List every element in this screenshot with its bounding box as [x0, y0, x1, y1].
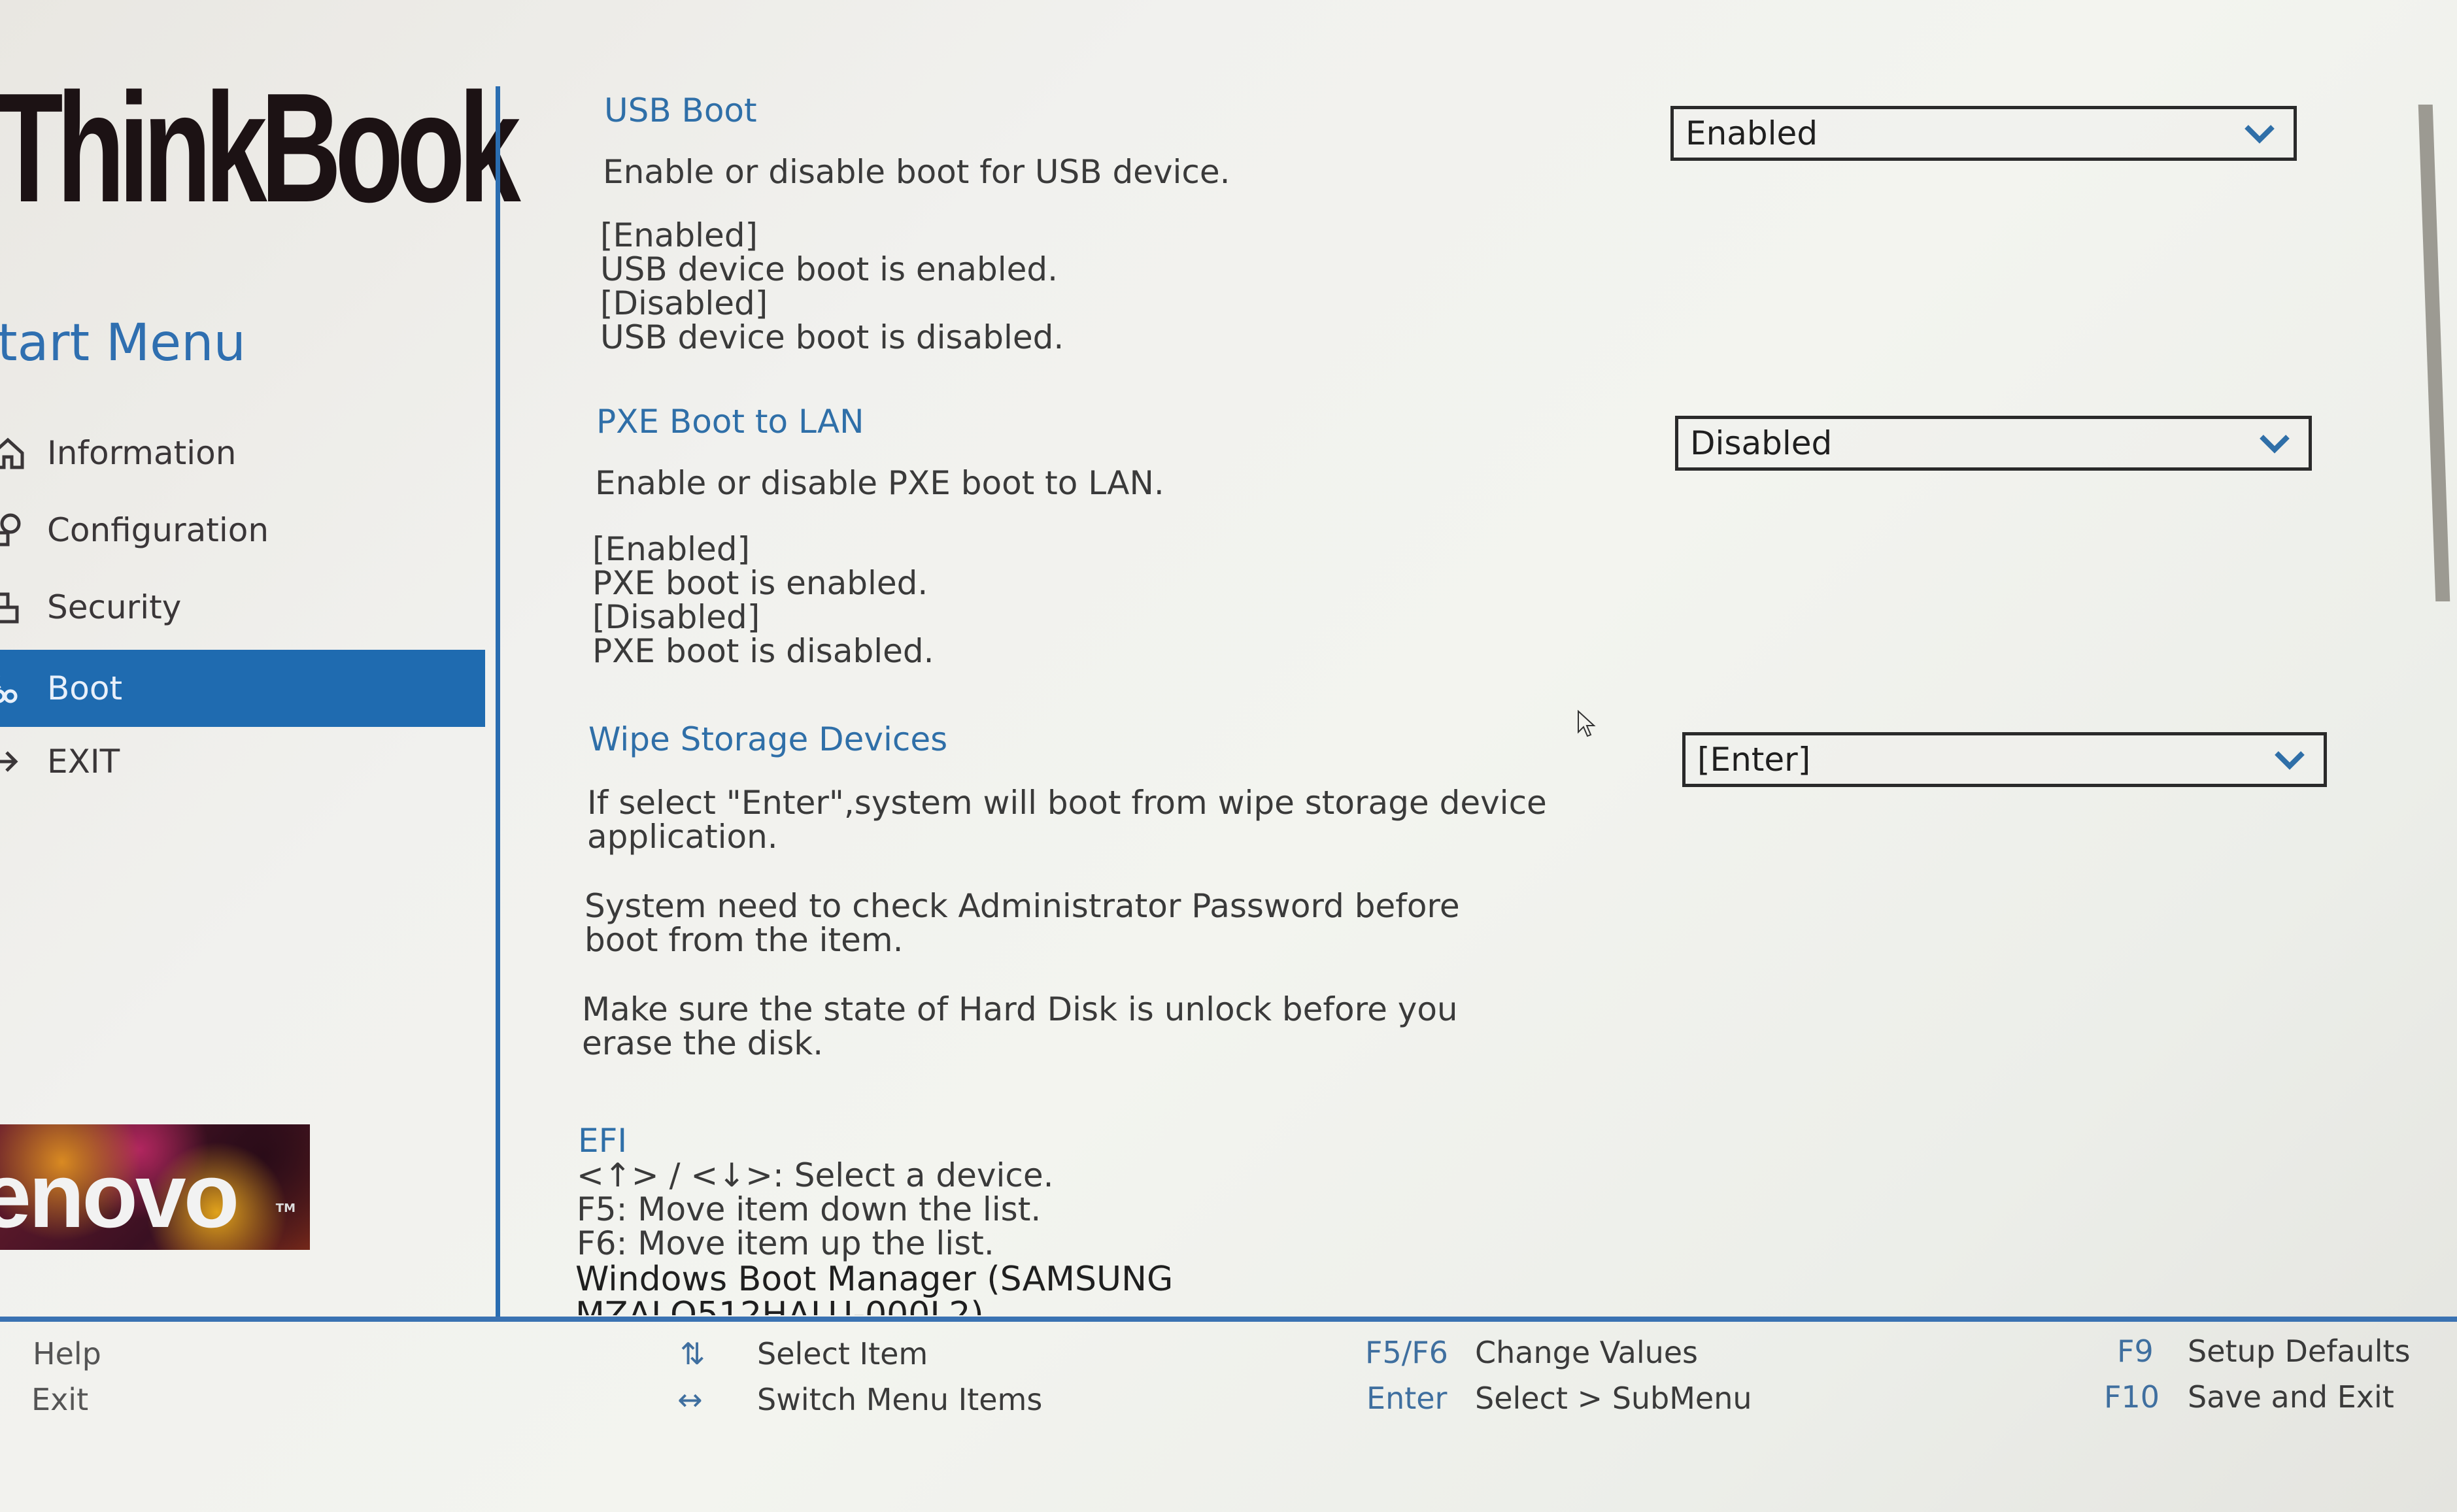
- wipe-storage-description-1: If select "Enter",system will boot from …: [587, 786, 1547, 854]
- shortcut-setup-defaults[interactable]: Setup Defaults: [2188, 1334, 2411, 1369]
- efi-title: EFI: [578, 1122, 628, 1160]
- key-f9: F9: [2117, 1334, 2154, 1369]
- shortcut-save-and-exit[interactable]: Save and Exit: [2188, 1379, 2394, 1415]
- description-line: boot from the item.: [585, 921, 904, 959]
- boot-device-label: Windows Boot Manager (SAMSUNG: [575, 1262, 1174, 1299]
- help-line: F5: Move item down the list.: [577, 1190, 1042, 1228]
- exit-arrow-icon: [0, 742, 27, 781]
- footer-help[interactable]: Help: [33, 1336, 101, 1371]
- usb-boot-value: Enabled: [1686, 114, 1818, 152]
- footer-exit[interactable]: Exit: [31, 1382, 88, 1417]
- sidebar-item-label: EXIT: [47, 743, 120, 781]
- description-line: application.: [587, 818, 778, 856]
- shortcut-select-submenu: Select > SubMenu: [1475, 1381, 1752, 1416]
- wipe-storage-value: [Enter]: [1697, 741, 1811, 779]
- sidebar-item-label: Security: [47, 588, 182, 626]
- efi-help: <↑> / <↓>: Select a device. F5: Move ite…: [577, 1158, 1054, 1260]
- help-line: PXE boot is disabled.: [592, 632, 934, 670]
- chevron-down-icon: [2255, 424, 2294, 463]
- pxe-boot-dropdown[interactable]: Disabled: [1675, 416, 2312, 471]
- help-line: <↑> / <↓>: Select a device.: [577, 1156, 1054, 1194]
- wipe-storage-description-3: Make sure the state of Hard Disk is unlo…: [582, 992, 1458, 1060]
- wipe-storage-dropdown[interactable]: [Enter]: [1682, 732, 2327, 787]
- chevron-down-icon: [2240, 114, 2279, 153]
- shortcut-select-item: Select Item: [757, 1336, 928, 1371]
- boot-device-label-cont: MZALQ512HALU-000L2): [575, 1295, 984, 1315]
- description-line: erase the disk.: [582, 1024, 824, 1062]
- shortcut-change-values: Change Values: [1475, 1335, 1699, 1370]
- boot-icon: [0, 669, 27, 708]
- trademark-mark: TM: [275, 1201, 296, 1215]
- sidebar-item-configuration[interactable]: Configuration: [0, 492, 485, 569]
- help-line: [Enabled]: [592, 530, 751, 568]
- help-line: [Disabled]: [600, 284, 768, 322]
- sidebar-item-label: Boot: [47, 669, 123, 707]
- lock-icon: [0, 588, 27, 627]
- chevron-down-icon: [2270, 740, 2309, 779]
- home-icon: [0, 433, 27, 473]
- sidebar-item-security[interactable]: Security: [0, 569, 485, 646]
- help-line: [Disabled]: [592, 598, 760, 636]
- pxe-boot-description: Enable or disable PXE boot to LAN.: [595, 464, 1164, 502]
- start-menu-title: tart Menu: [0, 314, 246, 373]
- usb-boot-title: USB Boot: [604, 92, 757, 129]
- thinkbook-logo: ThinkBook: [0, 61, 521, 235]
- help-line: USB device boot is enabled.: [600, 250, 1059, 288]
- sidebar-item-label: Configuration: [47, 511, 269, 549]
- help-line: F6: Move item up the list.: [577, 1224, 994, 1262]
- key-f10: F10: [2104, 1379, 2160, 1415]
- content-scrollbar[interactable]: [2418, 105, 2450, 601]
- pxe-boot-options-help: [Enabled] PXE boot is enabled. [Disabled…: [592, 532, 934, 668]
- wipe-storage-title: Wipe Storage Devices: [588, 720, 948, 758]
- wipe-storage-description-2: System need to check Administrator Passw…: [585, 889, 1460, 957]
- description-line: System need to check Administrator Passw…: [585, 887, 1460, 925]
- description-line: If select "Enter",system will boot from …: [587, 784, 1547, 822]
- sidebar-item-exit[interactable]: EXIT: [0, 723, 485, 800]
- lenovo-logo-text: enovo: [0, 1144, 239, 1247]
- usb-boot-options-help: [Enabled] USB device boot is enabled. [D…: [600, 218, 1064, 354]
- usb-boot-dropdown[interactable]: Enabled: [1670, 106, 2297, 161]
- sidebar-item-information[interactable]: Information: [0, 414, 485, 492]
- help-line: PXE boot is enabled.: [592, 564, 928, 602]
- left-right-arrows-icon: ↔: [677, 1382, 703, 1417]
- configuration-icon: [0, 511, 27, 550]
- key-enter: Enter: [1366, 1381, 1448, 1416]
- sidebar-divider: [496, 86, 500, 1319]
- usb-boot-description: Enable or disable boot for USB device.: [603, 153, 1230, 191]
- shortcut-switch-menu-items: Switch Menu Items: [757, 1382, 1043, 1417]
- help-line: USB device boot is disabled.: [600, 318, 1064, 356]
- sidebar-item-boot[interactable]: Boot: [0, 650, 485, 727]
- description-line: Make sure the state of Hard Disk is unlo…: [582, 990, 1458, 1028]
- footer-divider: [0, 1317, 2457, 1322]
- lenovo-logo: enovo TM: [0, 1124, 310, 1250]
- mouse-cursor-icon: [1578, 710, 1596, 737]
- pxe-boot-title: PXE Boot to LAN: [596, 403, 864, 441]
- efi-boot-device-item[interactable]: Windows Boot Manager (SAMSUNG MZALQ512HA…: [575, 1262, 1173, 1315]
- pxe-boot-value: Disabled: [1690, 424, 1833, 462]
- up-down-arrows-icon: ⇅: [680, 1336, 705, 1371]
- key-f5-f6: F5/F6: [1365, 1335, 1448, 1370]
- help-line: [Enabled]: [600, 216, 758, 254]
- sidebar-item-label: Information: [47, 434, 237, 472]
